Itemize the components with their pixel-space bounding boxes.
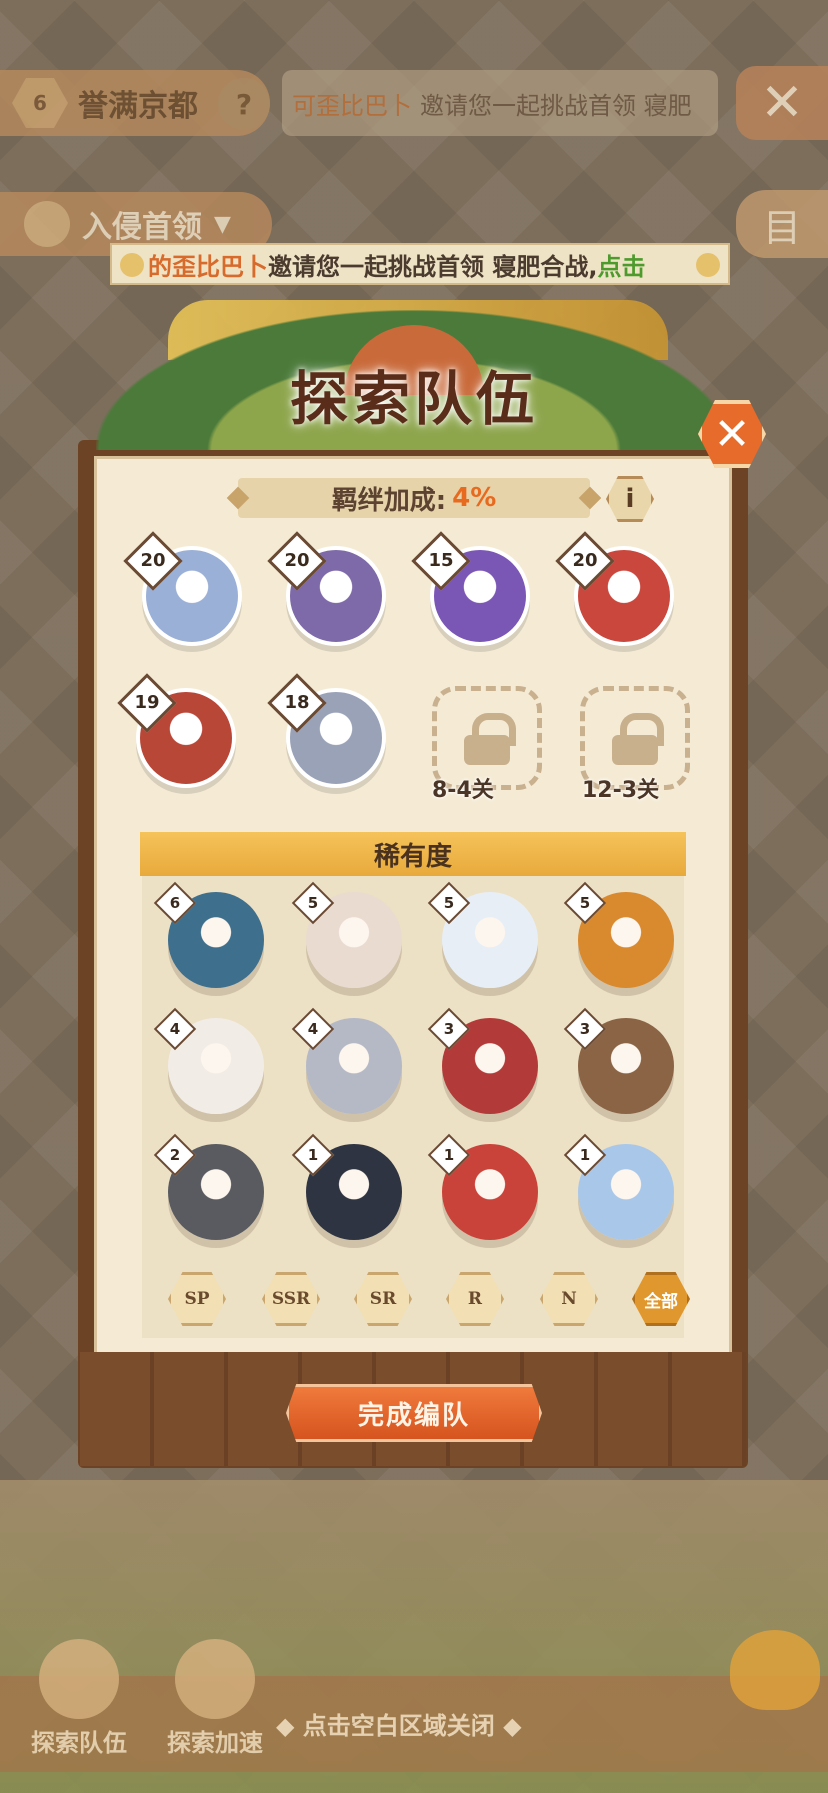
- speedup-icon: [175, 1639, 255, 1719]
- shikigami-card[interactable]: 6: [153, 881, 268, 994]
- team-slot[interactable]: 20: [123, 531, 246, 650]
- area-name: 誉满京都: [78, 89, 198, 124]
- team-icon: [39, 1639, 119, 1719]
- shikigami-card[interactable]: 1: [563, 1133, 678, 1246]
- tab-explore-team[interactable]: 探索队伍: [14, 1628, 144, 1758]
- shikigami-card[interactable]: 3: [563, 1007, 678, 1120]
- tab-label: 探索加速: [167, 1729, 263, 1757]
- shikigami-card[interactable]: 3: [427, 1007, 542, 1120]
- lock-icon: [612, 713, 664, 765]
- complete-formation-button[interactable]: 完成编队: [286, 1384, 542, 1442]
- shikigami-card[interactable]: 2: [153, 1133, 268, 1246]
- rarity-header: 稀有度: [140, 832, 686, 876]
- top-close-button[interactable]: ✕: [736, 66, 828, 140]
- marquee-text: 邀请您一起挑战首领 寝肥: [420, 91, 692, 120]
- boss-icon: [24, 201, 70, 247]
- team-slot[interactable]: 19: [117, 673, 240, 792]
- help-icon[interactable]: ?: [218, 78, 270, 130]
- shikigami-card[interactable]: 4: [153, 1007, 268, 1120]
- chevron-down-icon: ▼: [214, 211, 231, 237]
- team-slot[interactable]: 20: [555, 531, 678, 650]
- shikigami-card[interactable]: 4: [291, 1007, 406, 1120]
- lock-icon: [464, 713, 516, 765]
- unlock-requirement: 12-3关: [582, 778, 660, 803]
- bond-bonus-bar: 羁绊加成: 4%: [226, 478, 602, 518]
- shikigami-card[interactable]: 5: [291, 881, 406, 994]
- area-level-badge: 6: [12, 78, 68, 128]
- flower-icon: [120, 253, 144, 277]
- unlock-requirement: 8-4关: [432, 778, 494, 803]
- banner-player-name: 的歪比巴卜: [148, 252, 268, 281]
- invite-banner[interactable]: 的歪比巴卜 邀请您一起挑战首领 寝肥合战, 点击: [110, 243, 730, 285]
- tap-to-close-hint: ◆ 点击空白区域关闭 ◆: [276, 1712, 522, 1740]
- top-marquee: 可歪比巴卜 邀请您一起挑战首领 寝肥: [282, 70, 718, 136]
- shikigami-card[interactable]: 1: [291, 1133, 406, 1246]
- shikigami-card[interactable]: 5: [563, 881, 678, 994]
- flower-icon: [696, 253, 720, 277]
- banner-text: 邀请您一起挑战首领 寝肥合战,: [268, 252, 598, 281]
- invade-label: 入侵首领: [82, 210, 202, 245]
- bond-label: 羁绊加成:: [331, 485, 447, 516]
- shikigami-card[interactable]: 5: [427, 881, 542, 994]
- team-slot[interactable]: 18: [267, 673, 390, 792]
- tab-explore-speedup[interactable]: 探索加速: [150, 1628, 280, 1758]
- banner-link[interactable]: 点击: [597, 247, 645, 282]
- team-slot[interactable]: 15: [411, 531, 534, 650]
- team-slot[interactable]: 20: [267, 531, 390, 650]
- bond-value: 4%: [452, 483, 497, 513]
- shikigami-card[interactable]: 1: [427, 1133, 542, 1246]
- book-icon[interactable]: 目: [736, 190, 828, 258]
- tab-label: 探索队伍: [31, 1729, 127, 1757]
- marquee-player-name: 可歪比巴卜: [292, 91, 412, 120]
- frog-mascot: [730, 1630, 820, 1710]
